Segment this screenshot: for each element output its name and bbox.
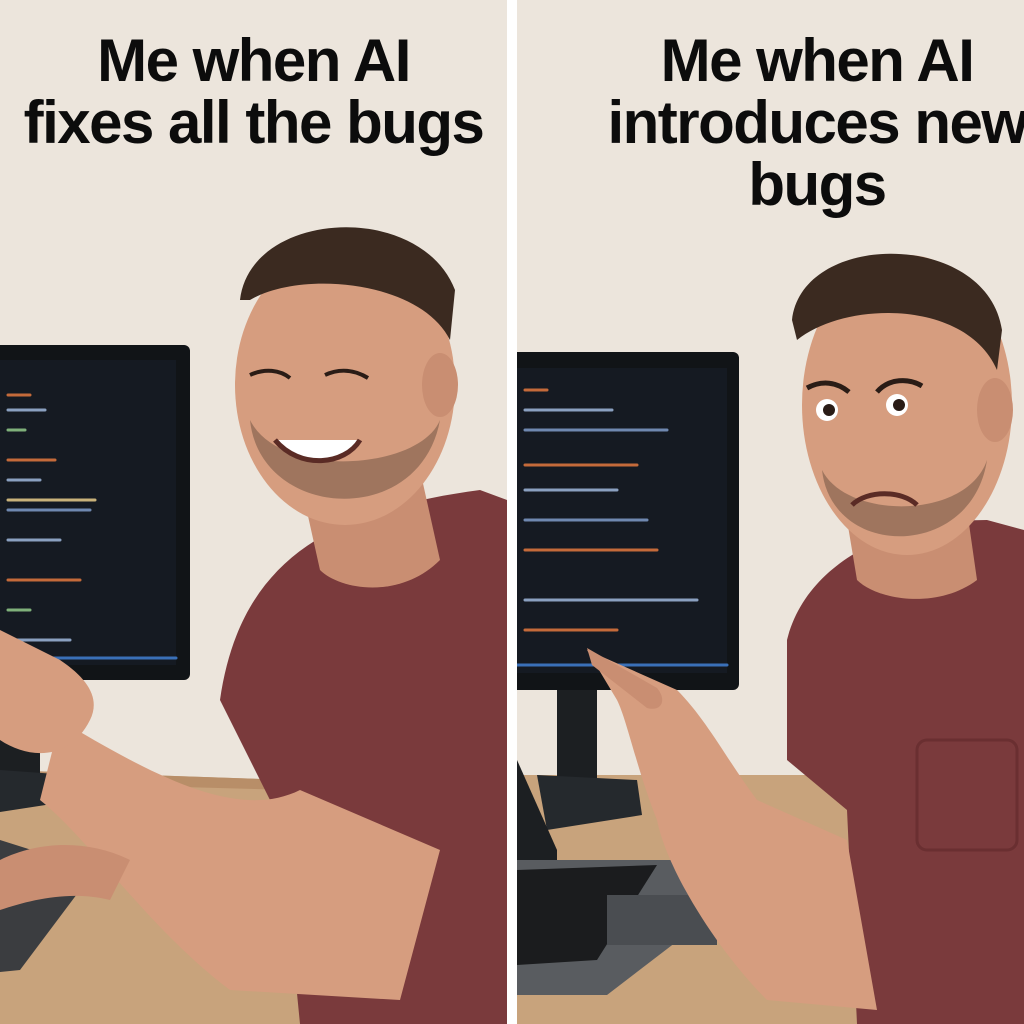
left-caption-line-2: fixes all the bugs (23, 89, 485, 156)
left-caption-line-1: Me when AI (97, 27, 411, 94)
left-caption: Me when AI fixes all the bugs (0, 30, 507, 154)
right-panel: Me when AI introduces new bugs (517, 0, 1024, 1024)
right-caption-line-1: Me when AI (660, 27, 975, 94)
meme-image: Me when AI fixes all the bugs Me when AI… (0, 0, 1024, 1024)
left-panel: Me when AI fixes all the bugs (0, 0, 507, 1024)
right-caption: Me when AI introduces new bugs (557, 30, 1024, 216)
right-caption-line-3: bugs (748, 151, 887, 218)
right-caption-line-2: introduces new (607, 89, 1024, 156)
panel-divider (507, 0, 517, 1024)
